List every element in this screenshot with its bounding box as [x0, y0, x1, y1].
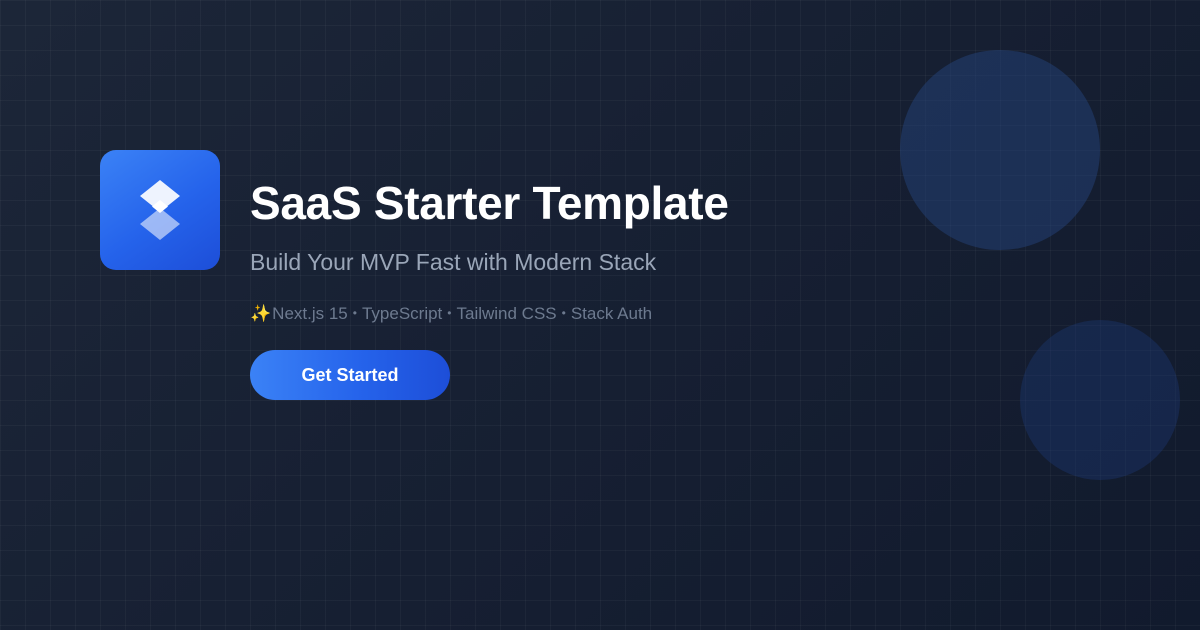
page-title: SaaS Starter Template — [250, 177, 729, 229]
app-logo — [100, 150, 220, 270]
tech-stack-item: Stack Auth — [570, 304, 653, 323]
layers-icon — [140, 180, 180, 240]
og-banner: SaaS Starter Template Build Your MVP Fas… — [0, 0, 1200, 630]
decorative-circle-small — [1020, 320, 1180, 480]
get-started-button[interactable]: Get Started — [250, 350, 450, 400]
separator-dot: • — [352, 306, 357, 320]
tech-stack-item: TypeScript — [361, 304, 443, 323]
decorative-circle-large — [900, 50, 1100, 250]
page-subtitle: Build Your MVP Fast with Modern Stack — [250, 249, 657, 275]
sparkles-icon: ✨ — [250, 304, 272, 323]
tech-stack-item: Next.js 15 — [272, 304, 348, 323]
separator-dot: • — [561, 306, 566, 320]
tech-stack-item: Tailwind CSS — [456, 304, 557, 323]
separator-dot: • — [447, 306, 452, 320]
tech-stack-list: ✨Next.js 15 • TypeScript • Tailwind CSS • Stac… — [250, 302, 652, 325]
